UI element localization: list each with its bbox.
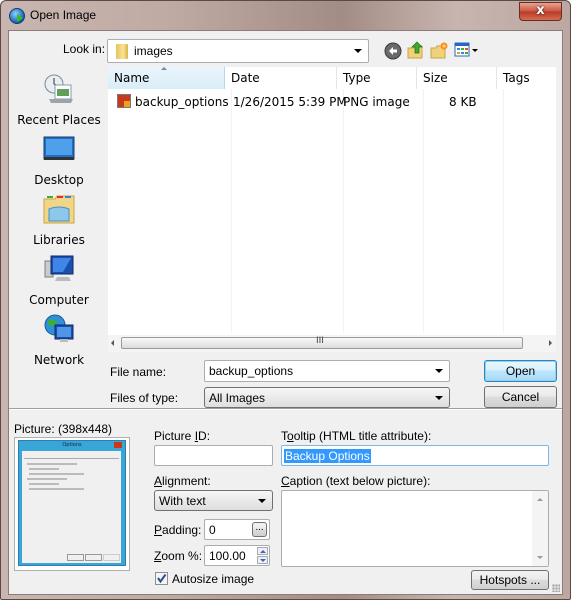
file-size: 8 KB bbox=[449, 95, 477, 109]
back-icon[interactable] bbox=[384, 42, 402, 60]
tooltip-value: Backup Options bbox=[284, 449, 371, 463]
file-list[interactable]: Name Date Type Size Tags backup_options … bbox=[108, 67, 556, 352]
horizontal-scrollbar[interactable]: III bbox=[108, 335, 556, 352]
scroll-right-icon[interactable] bbox=[549, 340, 552, 346]
network-icon bbox=[44, 314, 74, 342]
desktop-icon bbox=[43, 136, 75, 160]
tooltip-input[interactable]: Backup Options bbox=[281, 445, 549, 466]
folder-icon bbox=[116, 44, 128, 59]
autosize-checkbox[interactable] bbox=[155, 572, 168, 585]
zoom-spinner[interactable] bbox=[257, 547, 268, 564]
files-of-type-value: All Images bbox=[209, 391, 266, 405]
file-type: PNG image bbox=[343, 95, 410, 109]
padding-input[interactable]: 0 ... bbox=[204, 519, 270, 540]
spin-up-icon[interactable] bbox=[257, 547, 268, 555]
place-label: Recent Places bbox=[17, 113, 101, 127]
cancel-button[interactable]: Cancel bbox=[484, 386, 557, 408]
open-button[interactable]: Open bbox=[484, 360, 557, 382]
tooltip-label: Tooltip (HTML title attribute): bbox=[281, 429, 432, 443]
scroll-up-icon[interactable] bbox=[537, 498, 543, 501]
file-name: backup_options bbox=[135, 95, 229, 109]
png-file-icon bbox=[117, 94, 131, 108]
app-icon bbox=[9, 8, 25, 24]
picture-id-label: Picture ID: bbox=[154, 429, 211, 443]
alignment-label: Alignment: bbox=[154, 474, 211, 488]
places-bar: Recent Places Desktop Libraries Computer… bbox=[11, 67, 107, 367]
place-label: Desktop bbox=[34, 173, 84, 187]
autosize-label: Autosize image bbox=[172, 572, 255, 586]
open-image-dialog: Open Image x Look in: images Recent Plac… bbox=[0, 0, 571, 600]
look-in-combo[interactable]: images bbox=[107, 39, 369, 63]
new-folder-icon[interactable] bbox=[430, 41, 448, 59]
files-of-type-combo[interactable]: All Images bbox=[204, 387, 450, 408]
caption-label: Caption (text below picture): bbox=[281, 474, 431, 488]
picture-label: Picture: (398x448) bbox=[14, 422, 113, 436]
title-bar[interactable]: Open Image x bbox=[1, 1, 570, 31]
caption-textarea[interactable] bbox=[281, 490, 549, 567]
file-row[interactable]: backup_options 1/26/2015 5:39 PM PNG ima… bbox=[108, 92, 556, 112]
window-title: Open Image bbox=[30, 8, 97, 22]
files-of-type-label: Files of type: bbox=[110, 391, 179, 405]
scroll-down-icon[interactable] bbox=[537, 556, 543, 559]
chevron-down-icon[interactable] bbox=[354, 49, 362, 53]
chevron-down-icon[interactable] bbox=[435, 369, 443, 373]
file-date: 1/26/2015 5:39 PM bbox=[233, 95, 347, 109]
picture-id-input[interactable] bbox=[154, 445, 273, 466]
alignment-select[interactable]: With text bbox=[154, 490, 273, 511]
alignment-value: With text bbox=[159, 494, 206, 508]
file-name-combo[interactable]: backup_options bbox=[204, 360, 450, 382]
zoom-value: 100.00 bbox=[209, 549, 246, 563]
padding-browse-button[interactable]: ... bbox=[252, 522, 267, 537]
view-menu-icon[interactable] bbox=[454, 41, 480, 59]
caption-scrollbar[interactable] bbox=[532, 491, 548, 566]
scroll-thumb[interactable]: III bbox=[121, 336, 523, 349]
chevron-down-icon[interactable] bbox=[258, 498, 266, 503]
resize-grip[interactable] bbox=[552, 584, 560, 592]
recent-places-icon bbox=[44, 74, 73, 103]
file-name-label: File name: bbox=[110, 365, 167, 379]
column-header-date[interactable]: Date bbox=[225, 67, 337, 89]
column-header-tags[interactable]: Tags bbox=[497, 67, 556, 89]
spin-down-icon[interactable] bbox=[257, 556, 268, 564]
chevron-down-icon[interactable] bbox=[435, 395, 443, 400]
padding-label: Padding: bbox=[154, 523, 202, 537]
up-folder-icon[interactable] bbox=[407, 41, 425, 59]
padding-value: 0 bbox=[209, 523, 216, 537]
column-header-name[interactable]: Name bbox=[108, 67, 225, 89]
look-in-label: Look in: bbox=[63, 42, 106, 56]
libraries-icon bbox=[43, 195, 75, 224]
column-header-size[interactable]: Size bbox=[417, 67, 497, 89]
file-name-value: backup_options bbox=[209, 364, 294, 378]
scroll-left-icon[interactable] bbox=[111, 340, 114, 346]
look-in-value: images bbox=[134, 44, 173, 58]
column-header-type[interactable]: Type bbox=[337, 67, 417, 89]
separator bbox=[9, 408, 562, 410]
zoom-label: Zoom %: bbox=[154, 549, 203, 563]
place-label: Network bbox=[33, 353, 85, 367]
sort-ascending-icon bbox=[161, 67, 167, 70]
checkmark-icon bbox=[157, 573, 167, 584]
picture-preview: Options bbox=[14, 437, 130, 571]
computer-icon bbox=[44, 255, 74, 281]
dialog-client: Look in: images Recent Places Desktop Li… bbox=[8, 30, 563, 595]
hotspots-button[interactable]: Hotspots ... bbox=[471, 570, 549, 590]
preview-title: Options bbox=[62, 442, 82, 448]
place-label: Libraries bbox=[33, 233, 85, 247]
place-label: Computer bbox=[29, 293, 89, 307]
zoom-input[interactable]: 100.00 bbox=[204, 545, 270, 566]
close-button[interactable]: x bbox=[519, 2, 562, 21]
scroll-grip: III bbox=[316, 336, 324, 346]
